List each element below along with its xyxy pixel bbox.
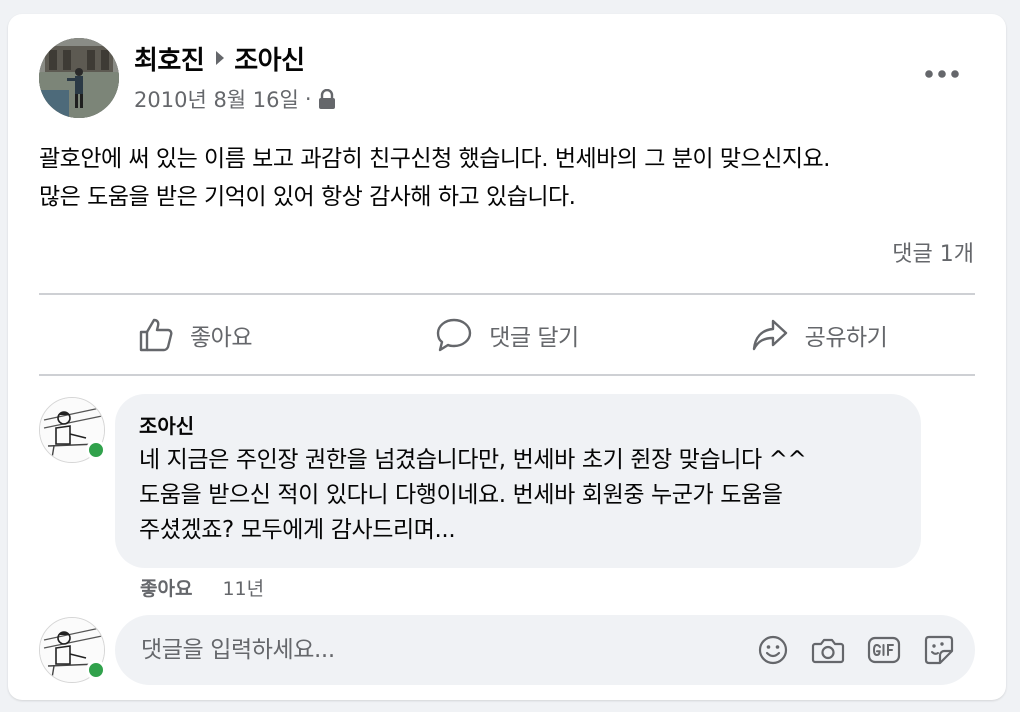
emoji-icon[interactable] [757, 634, 789, 666]
author-line: 최호진 조아신 [134, 40, 305, 77]
post-card: 최호진 조아신 2010년 8월 16일 · 괄호안에 써 있는 이름 보고 과… [8, 14, 1006, 700]
divider [39, 293, 975, 295]
right-arrow-icon [214, 44, 226, 74]
comment-count-link[interactable]: 댓글 1개 [892, 236, 974, 268]
share-label: 공유하기 [804, 325, 888, 351]
lock-icon[interactable] [318, 89, 336, 109]
target-name[interactable]: 조아신 [234, 40, 305, 77]
share-arrow-icon [752, 319, 787, 351]
author-avatar[interactable] [39, 38, 119, 118]
more-options-icon[interactable] [922, 62, 962, 86]
gif-icon[interactable] [867, 634, 901, 666]
comment-like-button[interactable]: 좋아요 [140, 574, 192, 601]
comment-author[interactable]: 조아신 [139, 410, 897, 439]
comment-age[interactable]: 11년 [222, 574, 264, 601]
comment-composer [115, 615, 975, 685]
post-meta: 2010년 8월 16일 · [134, 84, 336, 114]
comment-button[interactable]: 댓글 달기 [351, 296, 663, 374]
sticker-icon[interactable] [923, 634, 955, 666]
like-label: 좋아요 [190, 325, 252, 351]
comment-bubble: 조아신 네 지금은 주인장 권한을 넘겼습니다만, 번세바 초기 쥔장 맞습니다… [115, 394, 921, 568]
post-date[interactable]: 2010년 8월 16일 [134, 84, 299, 114]
comment-bubble-icon [437, 318, 472, 352]
action-bar: 좋아요 댓글 달기 공유하기 [39, 296, 975, 374]
thumbs-up-icon [139, 318, 173, 352]
author-photo [39, 38, 119, 118]
author-name[interactable]: 최호진 [134, 40, 205, 77]
comment-label: 댓글 달기 [489, 325, 579, 351]
camera-icon[interactable] [811, 634, 845, 666]
comment-text: 네 지금은 주인장 권한을 넘겼습니다만, 번세바 초기 쥔장 맞습니다 ^^ … [139, 447, 807, 543]
like-button[interactable]: 좋아요 [39, 296, 351, 374]
online-status-indicator [86, 440, 106, 460]
meta-separator: · [304, 87, 312, 111]
divider [39, 374, 975, 376]
share-button[interactable]: 공유하기 [663, 296, 975, 374]
comment-input[interactable] [141, 637, 735, 663]
online-status-indicator [86, 660, 106, 680]
post-text: 괄호안에 써 있는 이름 보고 과감히 친구신청 했습니다. 번세바의 그 분이… [39, 146, 830, 210]
composer-icons [735, 634, 955, 666]
commenter-avatar[interactable] [39, 397, 106, 463]
comment-meta: 좋아요 11년 [140, 574, 264, 601]
current-user-avatar[interactable] [39, 617, 106, 683]
